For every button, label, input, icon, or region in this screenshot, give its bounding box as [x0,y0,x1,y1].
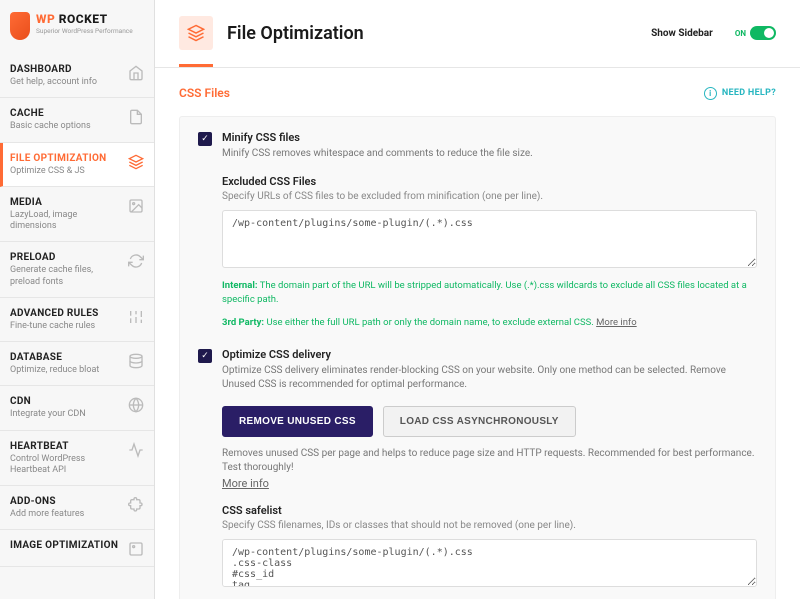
nav-item-title: ADVANCED RULES [10,308,99,319]
sidebar-item-heartbeat[interactable]: HEARTBEAT Control WordPress Heartbeat API [0,431,154,487]
css-files-panel: ✓ Minify CSS files Minify CSS removes wh… [179,116,776,599]
nav-item-subtitle: Fine-tune cache rules [10,321,99,332]
show-sidebar-label: Show Sidebar [651,28,713,39]
nav-item-subtitle: Optimize CSS & JS [10,166,107,177]
sidebar-item-file-optimization[interactable]: FILE OPTIMIZATION Optimize CSS & JS [0,143,154,187]
optimize-css-title: Optimize CSS delivery [222,348,757,361]
brand-name: WP ROCKET [36,12,133,26]
safelist-label: CSS safelist [222,504,757,517]
sidebar-item-dashboard[interactable]: DASHBOARD Get help, account info [0,54,154,98]
excluded-css-label: Excluded CSS Files [222,175,757,188]
nav-item-title: IMAGE OPTIMIZATION [10,540,118,551]
show-sidebar-toggle[interactable]: ON [735,26,776,40]
image2-icon [128,541,144,557]
nav-item-subtitle: Integrate your CDN [10,409,86,420]
sidebar-item-cdn[interactable]: CDN Integrate your CDN [0,386,154,430]
refresh-icon [128,253,144,269]
excluded-css-textarea[interactable] [222,210,757,268]
hint-internal: Internal: The domain part of the URL wil… [222,279,757,308]
sidebar-item-add-ons[interactable]: ADD-ONS Add more features [0,486,154,530]
layers-icon [179,16,213,50]
nav-item-subtitle: Generate cache files, preload fonts [10,265,122,288]
logo: WP ROCKET Superior WordPress Performance [0,0,154,50]
nav-item-subtitle: Get help, account info [10,77,97,88]
page-title: File Optimization [227,23,637,44]
excluded-css-desc: Specify URLs of CSS files to be excluded… [222,191,757,202]
nav-item-title: ADD-ONS [10,496,84,507]
safelist-desc: Specify CSS filenames, IDs or classes th… [222,520,757,531]
nav-item-subtitle: Basic cache options [10,121,91,132]
sidebar-item-preload[interactable]: PRELOAD Generate cache files, preload fon… [0,242,154,298]
sliders-icon [128,309,144,325]
sidebar-nav: DASHBOARD Get help, account info CACHE Basi… [0,50,154,567]
nav-item-title: HEARTBEAT [10,441,122,452]
file-icon [128,109,144,125]
toggle-switch-icon [750,26,776,40]
safelist-textarea[interactable] [222,539,757,587]
help-icon: i [704,87,717,100]
remove-unused-css-button[interactable]: REMOVE UNUSED CSS [222,406,373,437]
nav-item-title: CDN [10,396,86,407]
sidebar-item-image-optimization[interactable]: IMAGE OPTIMIZATION [0,530,154,567]
sidebar: WP ROCKET Superior WordPress Performance… [0,0,155,599]
optimize-css-checkbox[interactable]: ✓ [198,349,212,363]
nav-item-subtitle: LazyLoad, image dimensions [10,210,122,233]
home-icon [128,65,144,81]
minify-css-title: Minify CSS files [222,131,757,144]
nav-item-title: DATABASE [10,352,99,363]
load-css-async-button[interactable]: LOAD CSS ASYNCHRONOUSLY [383,406,576,437]
remove-css-desc: Removes unused CSS per page and helps to… [222,447,757,475]
globe-icon [128,397,144,413]
more-info-link-2[interactable]: More info [222,477,269,490]
sidebar-item-database[interactable]: DATABASE Optimize, reduce bloat [0,342,154,386]
database-icon [128,353,144,369]
content-area: CSS Files i NEED HELP? ✓ Minify CSS file… [155,68,800,599]
sidebar-item-advanced-rules[interactable]: ADVANCED RULES Fine-tune cache rules [0,298,154,342]
nav-item-title: FILE OPTIMIZATION [10,153,107,164]
sidebar-item-media[interactable]: MEDIA LazyLoad, image dimensions [0,187,154,243]
nav-item-title: CACHE [10,108,91,119]
more-info-link[interactable]: More info [596,317,637,328]
optimize-css-option: ✓ Optimize CSS delivery Optimize CSS del… [198,348,757,590]
nav-item-subtitle: Optimize, reduce bloat [10,365,99,376]
logo-mark-icon [10,12,30,40]
optimize-css-desc: Optimize CSS delivery eliminates render-… [222,364,757,392]
nav-item-title: DASHBOARD [10,64,97,75]
section-title: CSS Files [179,86,230,100]
brand-tagline: Superior WordPress Performance [36,27,133,35]
sidebar-item-cache[interactable]: CACHE Basic cache options [0,98,154,142]
minify-css-desc: Minify CSS removes whitespace and commen… [222,147,757,161]
nav-item-title: MEDIA [10,197,122,208]
hint-3rd-party: 3rd Party: Use either the full URL path … [222,316,757,330]
puzzle-icon [128,497,144,513]
nav-item-title: PRELOAD [10,252,122,263]
image-icon [128,198,144,214]
layers-icon [128,154,144,170]
minify-css-checkbox[interactable]: ✓ [198,132,212,146]
page-header: File Optimization Show Sidebar ON [155,0,800,50]
main: File Optimization Show Sidebar ON CSS Fi… [155,0,800,599]
minify-css-option: ✓ Minify CSS files Minify CSS removes wh… [198,131,757,330]
nav-item-subtitle: Control WordPress Heartbeat API [10,454,122,477]
nav-item-subtitle: Add more features [10,509,84,520]
heartbeat-icon [128,442,144,458]
need-help-link[interactable]: i NEED HELP? [704,87,776,100]
